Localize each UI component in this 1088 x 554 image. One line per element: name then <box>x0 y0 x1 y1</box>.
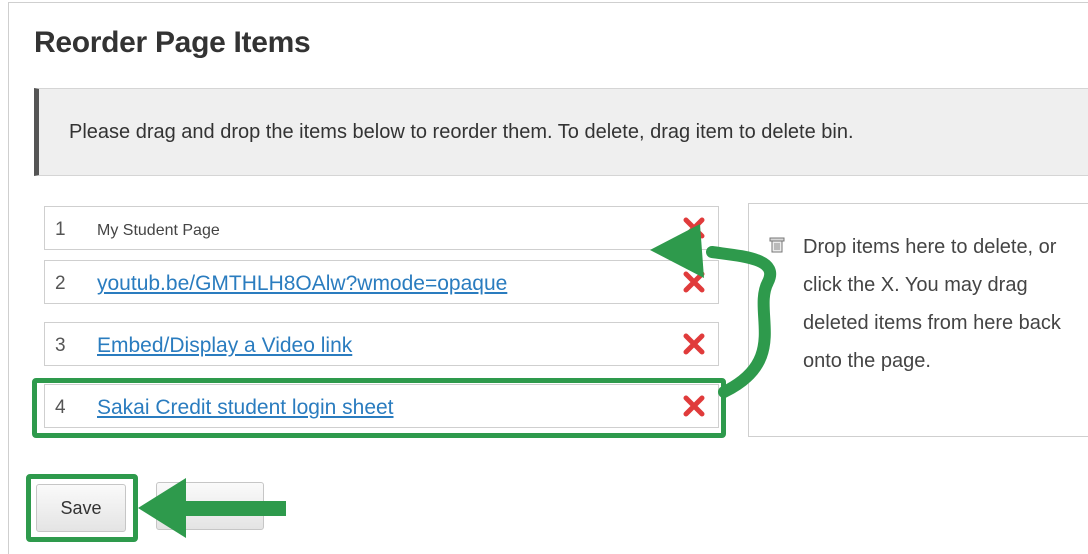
page-title: Reorder Page Items <box>34 26 311 59</box>
item-number: 3 <box>55 335 66 356</box>
item-number: 1 <box>55 219 66 240</box>
item-link[interactable]: youtub.be/GMTHLH8OAlw?wmode=opaque <box>97 272 507 296</box>
instructions-text: Please drag and drop the items below to … <box>69 121 854 143</box>
item-label: My Student Page <box>97 222 220 239</box>
close-x-icon[interactable] <box>681 331 707 357</box>
delete-bin[interactable]: Drop items here to delete, or click the … <box>748 203 1088 437</box>
list-item[interactable]: 3 Embed/Display a Video link <box>44 322 719 366</box>
trash-icon <box>769 237 785 253</box>
list-item[interactable]: 1 My Student Page <box>44 206 719 250</box>
cancel-button[interactable] <box>156 482 264 530</box>
list-item[interactable]: 2 youtub.be/GMTHLH8OAlw?wmode=opaque <box>44 260 719 304</box>
close-x-icon[interactable] <box>681 215 707 241</box>
instructions-box: Please drag and drop the items below to … <box>34 88 1088 176</box>
close-x-icon[interactable] <box>681 269 707 295</box>
delete-bin-text: Drop items here to delete, or click the … <box>803 236 1061 372</box>
item-4-highlight <box>32 378 726 438</box>
item-number: 2 <box>55 273 66 294</box>
item-link[interactable]: Embed/Display a Video link <box>97 334 352 358</box>
save-button-highlight <box>26 474 138 542</box>
